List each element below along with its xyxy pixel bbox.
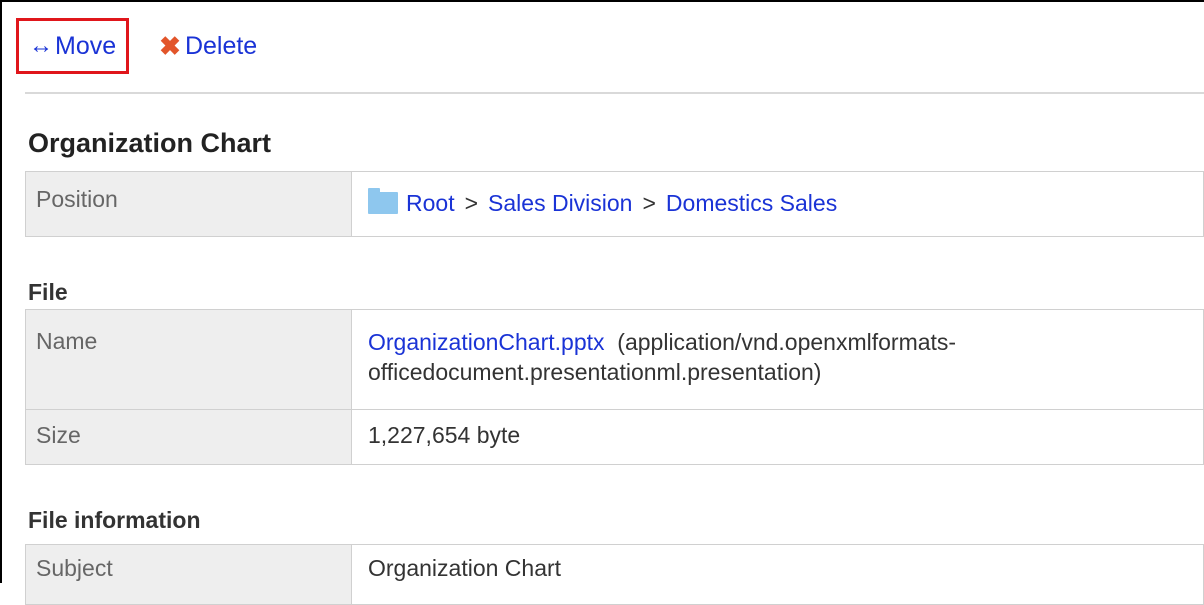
subject-row: Subject Organization Chart [25,544,1204,605]
breadcrumb-sales-division[interactable]: Sales Division [488,190,632,216]
delete-button[interactable]: ✖ Delete [159,31,257,62]
file-table: Name OrganizationChart.pptx (application… [25,309,1204,465]
position-value: Root > Sales Division > Domestics Sales [351,171,1204,237]
delete-x-icon: ✖ [159,30,181,61]
file-size-row: Size 1,227,654 byte [25,409,1204,465]
toolbar: ↔ Move ✖ Delete [16,18,257,74]
file-name-key: Name [25,309,352,410]
file-size-value: 1,227,654 byte [351,409,1204,465]
move-label: Move [55,31,117,60]
file-info-table: Subject Organization Chart [25,544,1204,605]
file-section-label: File [28,279,68,305]
breadcrumb-separator: > [464,190,479,216]
position-table: Position Root > Sales Division > Domestics S… [25,171,1204,237]
breadcrumb-domestics-sales[interactable]: Domestics Sales [666,190,837,216]
window-border-left [0,0,2,583]
file-name-value: OrganizationChart.pptx (application/vnd.… [351,309,1204,410]
move-arrows-icon: ↔ [29,32,53,59]
breadcrumb-separator: > [642,190,656,216]
file-size-key: Size [25,409,352,465]
window-border-top [0,0,1204,2]
position-row: Position Root > Sales Division > Domestics S… [25,171,1204,237]
position-key: Position [25,171,352,237]
subject-value: Organization Chart [351,544,1204,605]
delete-label: Delete [184,31,258,60]
file-mime-line2: officedocument.presentationml.presentati… [368,359,822,385]
file-mime-line1: (application/vnd.openxmlformats- [617,329,957,355]
move-button[interactable]: ↔ Move [16,18,130,74]
toolbar-divider [25,92,1204,94]
file-name-link[interactable]: OrganizationChart.pptx [368,329,605,355]
page-title: Organization Chart [28,128,272,158]
subject-key: Subject [25,544,352,605]
file-info-section-label: File information [28,507,201,533]
folder-icon [368,188,398,214]
file-name-row: Name OrganizationChart.pptx (application… [25,309,1204,410]
breadcrumb-root[interactable]: Root [406,190,455,216]
